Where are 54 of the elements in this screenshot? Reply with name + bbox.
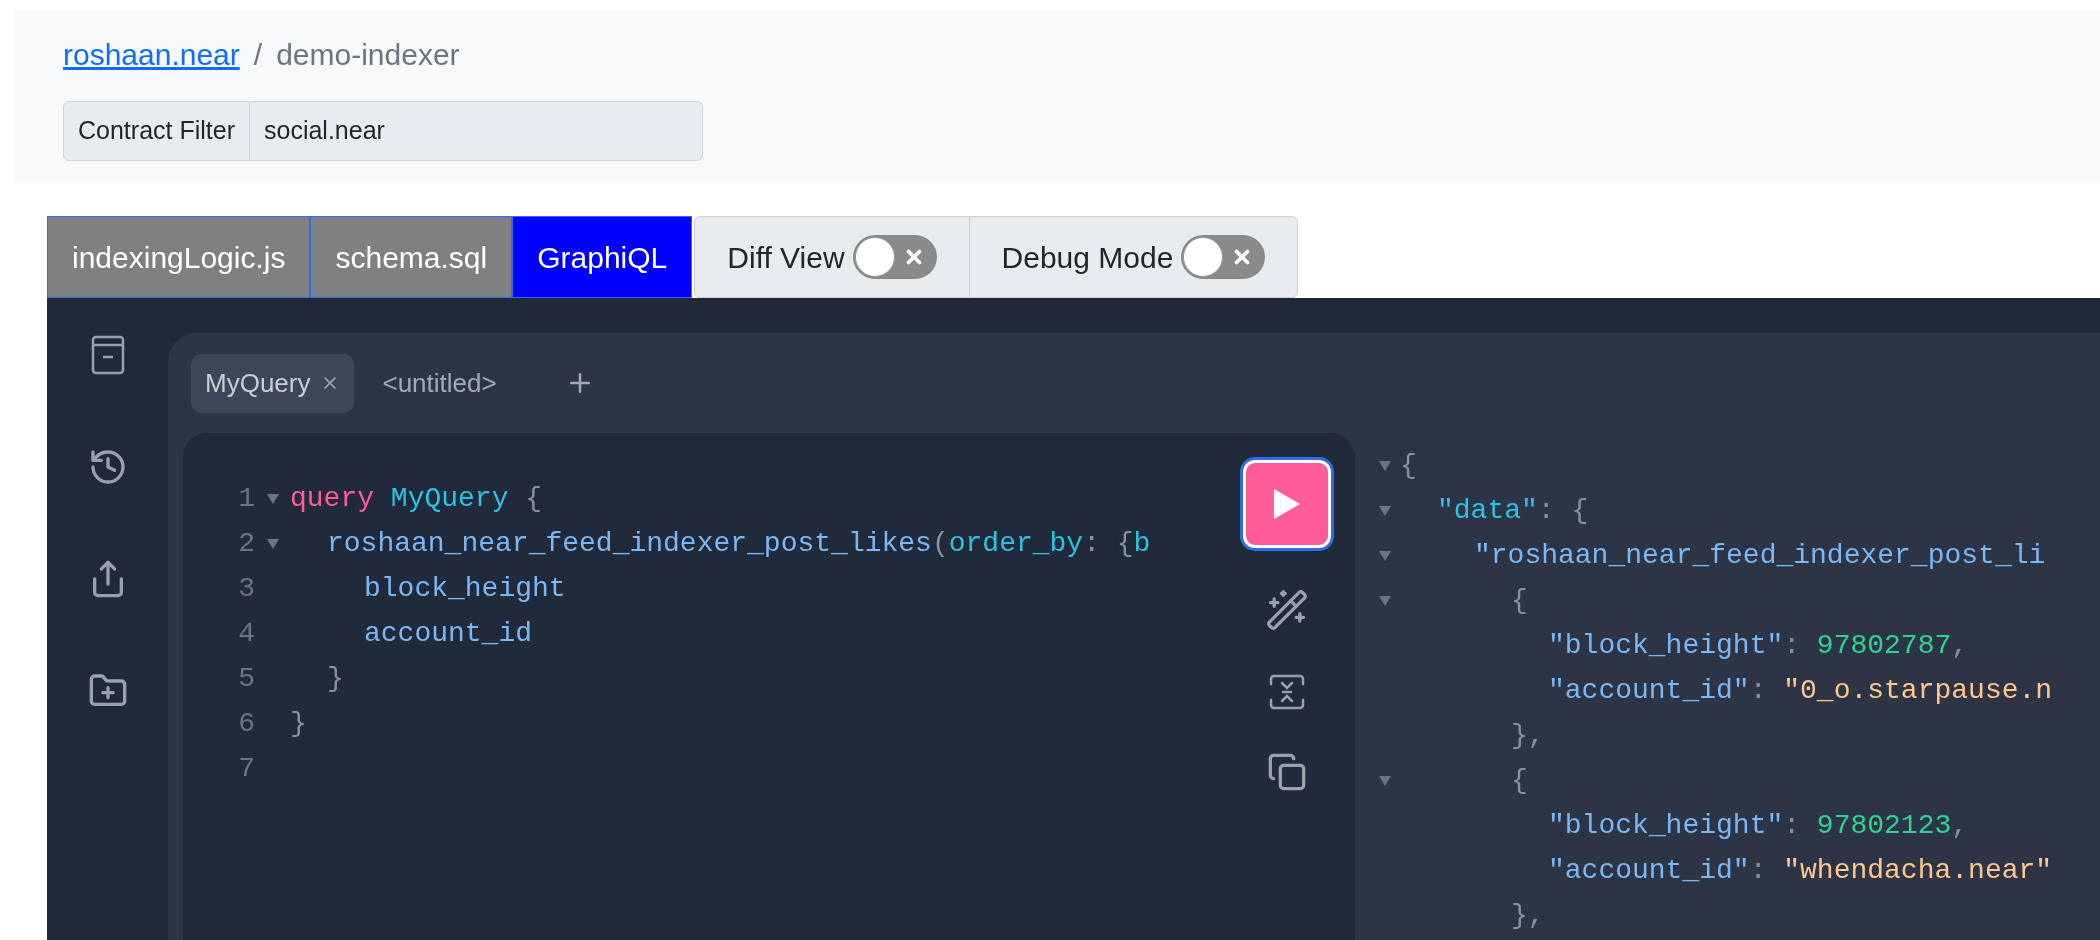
play-icon bbox=[1272, 487, 1302, 521]
editor-tab[interactable]: schema.sql bbox=[310, 216, 513, 298]
code-line: roshaan_near_feed_indexer_post_likes(order_by: {b bbox=[327, 526, 1151, 561]
line-number: 2 bbox=[237, 526, 255, 561]
code-line: { bbox=[1400, 448, 1417, 483]
line-number: 3 bbox=[237, 571, 255, 606]
copy-icon[interactable] bbox=[1267, 752, 1307, 792]
code-line: "account_id": "whendacha.near" bbox=[1548, 853, 2053, 888]
run-button[interactable] bbox=[1243, 460, 1331, 548]
code-line: "roshaan_near_feed_indexer_post_li bbox=[1474, 538, 2046, 573]
fold-arrow-icon[interactable] bbox=[1379, 550, 1391, 561]
fold-arrow-icon[interactable] bbox=[1379, 775, 1391, 786]
toggle-label: Debug Mode bbox=[1001, 239, 1174, 276]
fold-arrow-icon[interactable] bbox=[1379, 595, 1391, 606]
line-number: 6 bbox=[237, 706, 255, 741]
code-line: }, bbox=[1511, 898, 1545, 933]
line-number: 5 bbox=[237, 661, 255, 696]
code-line: account_id bbox=[364, 616, 533, 651]
field-label: Contract Filter bbox=[63, 101, 250, 161]
query-editor[interactable]: 1 query MyQuery { 2 roshaan_near_feed_indexer_post_likes(order_by: {b 3 block_height 4 account_id 5 } 6 } 7 bbox=[183, 433, 1355, 940]
code-line: }, bbox=[1511, 718, 1545, 753]
account-link[interactable]: roshaan.near bbox=[63, 32, 240, 77]
line-number: 1 bbox=[237, 481, 255, 516]
toggle-knob bbox=[854, 237, 895, 277]
contract-filter-field[interactable]: social.near bbox=[250, 101, 703, 161]
editor-tab[interactable]: indexingLogic.js bbox=[47, 216, 311, 298]
line-number: 4 bbox=[237, 616, 255, 651]
code-line: { bbox=[1511, 763, 1528, 798]
breadcrumb-separator: / bbox=[253, 37, 263, 73]
code-line: "data": { bbox=[1437, 493, 1589, 528]
fold-arrow-icon[interactable] bbox=[1379, 505, 1391, 516]
query-tab[interactable]: MyQuery bbox=[191, 353, 355, 413]
toggle-label: Diff View bbox=[727, 239, 845, 276]
editor-tab[interactable]: GraphiQL bbox=[512, 216, 693, 298]
code-line: "block_height": 97802123, bbox=[1548, 808, 1969, 843]
code-line: query MyQuery { bbox=[290, 481, 543, 516]
fold-arrow-icon[interactable] bbox=[266, 538, 279, 549]
merge-fragments-icon[interactable] bbox=[1267, 672, 1307, 712]
fold-arrow-icon[interactable] bbox=[1379, 460, 1391, 471]
code-line: } bbox=[327, 661, 344, 696]
code-line: { bbox=[1511, 583, 1528, 618]
fold-arrow-icon[interactable] bbox=[266, 493, 279, 504]
toggle-switch[interactable] bbox=[1181, 235, 1266, 279]
code-line: "account_id": "0_o.starpause.n bbox=[1548, 673, 2053, 708]
line-number: 7 bbox=[237, 751, 255, 786]
code-line: block_height bbox=[364, 571, 566, 606]
toggle-switch[interactable] bbox=[852, 235, 937, 279]
query-tab[interactable]: <untitled> bbox=[368, 353, 511, 413]
prettify-icon[interactable] bbox=[1265, 588, 1309, 632]
code-line: "block_height": 97802787, bbox=[1548, 628, 1969, 663]
indexer-name: demo-indexer bbox=[276, 37, 460, 73]
toggle-knob bbox=[1183, 237, 1224, 277]
document-icon[interactable] bbox=[90, 335, 125, 375]
code-line: } bbox=[290, 706, 307, 741]
